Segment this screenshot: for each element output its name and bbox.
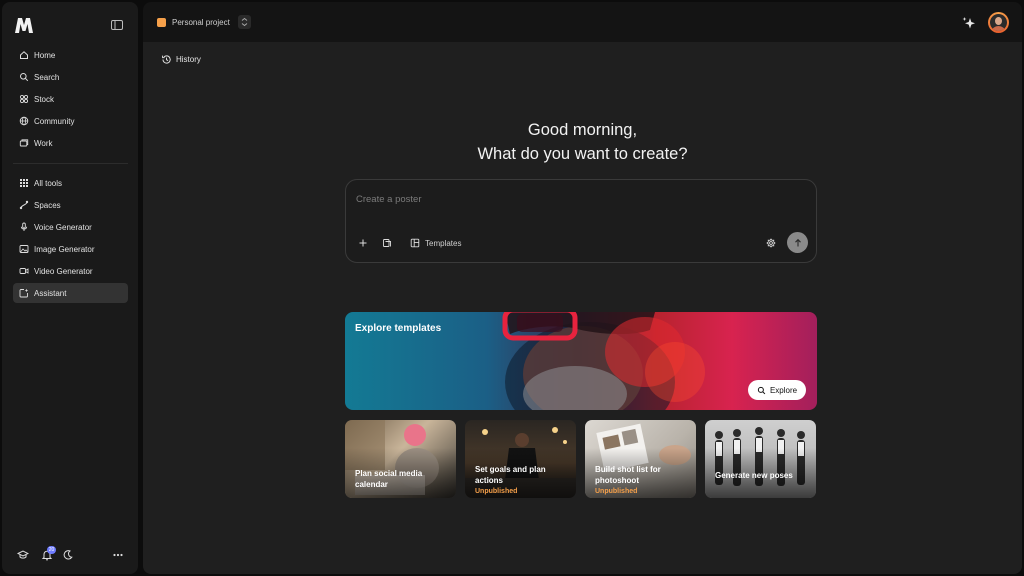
search-icon [757, 386, 766, 394]
video-icon [19, 266, 29, 276]
card-status: Unpublished [595, 488, 638, 495]
more-options-icon[interactable] [111, 548, 125, 562]
image-icon [19, 244, 29, 254]
history-icon [162, 55, 171, 64]
sparkle-icon[interactable] [961, 15, 977, 31]
sidebar-toggle-icon[interactable] [110, 18, 124, 32]
greeting: Good morning, What do you want to create… [143, 118, 1022, 166]
sidebar-item-label: Search [34, 72, 60, 82]
settings-gear-icon[interactable] [765, 236, 777, 250]
greeting-line-2: What do you want to create? [477, 145, 688, 163]
sidebar-item-search[interactable]: Search [13, 67, 128, 87]
sidebar-item-label: Community [34, 116, 75, 126]
sidebar-item-assistant[interactable]: Assistant [13, 283, 128, 303]
moon-icon[interactable] [61, 548, 75, 562]
card-status: Unpublished [475, 488, 518, 495]
template-cards: Plan social media calendar Set goals and… [345, 420, 817, 498]
sidebar-item-label: Home [34, 50, 56, 60]
sidebar-item-video-generator[interactable]: Video Generator [13, 261, 128, 281]
sidebar-item-label: Stock [34, 94, 55, 104]
sidebar-item-label: Image Generator [34, 244, 95, 254]
sidebar-item-label: Assistant [34, 288, 67, 298]
explore-label: Explore [769, 385, 798, 395]
history-label: History [176, 55, 201, 64]
arrow-up-icon [794, 238, 801, 246]
grid-icon [19, 178, 29, 188]
templates-icon [410, 238, 420, 248]
notification-badge: 20 [47, 546, 56, 554]
templates-button[interactable]: Templates [410, 236, 466, 250]
sidebar-item-label: All tools [34, 178, 63, 188]
app-logo[interactable] [14, 16, 34, 34]
template-card[interactable]: Build shot list for photoshoot Unpublish… [585, 420, 696, 498]
card-title: Build shot list for photoshoot [595, 465, 661, 485]
sidebar-item-stock[interactable]: Stock [13, 89, 128, 109]
sidebar-item-image-generator[interactable]: Image Generator [13, 239, 128, 259]
user-avatar[interactable] [988, 12, 1009, 33]
card-title: Set goals and plan actions [475, 465, 546, 485]
spaces-icon [19, 200, 29, 210]
project-selector[interactable]: Personal project [157, 14, 251, 30]
sidebar: Home Search Stock Community Work All too… [2, 2, 138, 574]
sidebar-footer: 20 [14, 546, 128, 562]
templates-label: Templates [425, 238, 462, 248]
sidebar-item-voice-generator[interactable]: Voice Generator [13, 217, 128, 237]
sidebar-item-home[interactable]: Home [13, 45, 128, 65]
explore-button[interactable]: Explore [748, 380, 806, 400]
explore-templates-banner[interactable]: Explore templates Explore [345, 312, 817, 410]
sidebar-item-work[interactable]: Work [13, 133, 128, 153]
send-button[interactable] [787, 232, 808, 253]
template-card[interactable]: Plan social media calendar [345, 420, 456, 498]
project-name: Personal project [172, 17, 230, 27]
sidebar-item-label: Voice Generator [34, 222, 92, 232]
chevron-up-down-icon[interactable] [237, 15, 251, 29]
sidebar-item-community[interactable]: Community [13, 111, 128, 131]
nav-primary: Home Search Stock Community Work [13, 45, 128, 155]
graduation-cap-icon[interactable] [16, 548, 30, 562]
prompt-input[interactable] [356, 192, 796, 206]
top-bar: Personal project [143, 2, 1022, 42]
sidebar-item-label: Video Generator [34, 266, 93, 276]
sidebar-divider [13, 163, 128, 164]
microphone-icon [19, 222, 29, 232]
stock-icon [19, 94, 29, 104]
add-icon[interactable] [357, 236, 369, 250]
project-color-dot [157, 17, 166, 27]
sidebar-item-spaces[interactable]: Spaces [13, 195, 128, 215]
home-icon [19, 50, 29, 60]
sidebar-item-label: Work [34, 138, 53, 148]
banner-title: Explore templates [355, 323, 442, 334]
sidebar-item-label: Spaces [34, 200, 61, 210]
greeting-line-1: Good morning, [527, 121, 638, 139]
card-title: Plan social media calendar [355, 469, 423, 489]
nav-secondary: All tools Spaces Voice Generator Image G… [13, 173, 128, 305]
prompt-box: Templates [345, 179, 817, 263]
template-card[interactable]: Set goals and plan actions Unpublished [465, 420, 576, 498]
template-card[interactable]: Generate new poses [705, 420, 816, 498]
history-link[interactable]: History [161, 54, 201, 65]
assistant-icon [19, 288, 29, 298]
card-title: Generate new poses [715, 471, 793, 480]
search-icon [19, 72, 29, 82]
sidebar-item-all-tools[interactable]: All tools [13, 173, 128, 193]
globe-icon [19, 116, 29, 126]
attach-file-icon[interactable] [381, 236, 393, 250]
folders-icon [19, 138, 29, 148]
main-content: History Good morning, What do you want t… [143, 42, 1022, 574]
